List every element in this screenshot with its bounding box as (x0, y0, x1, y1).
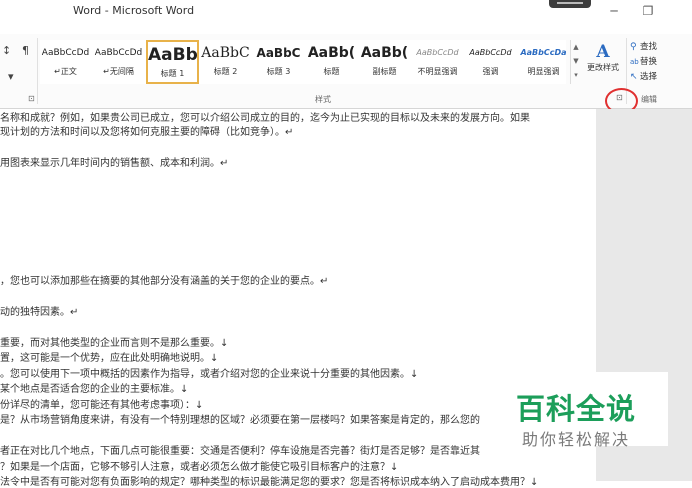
watermark: 百科全说 助你轻松解决 (500, 372, 668, 449)
doc-line: 重要，而对其他类型的企业而言则不是那么重要。↓ (0, 338, 229, 349)
style-heading-1[interactable]: AaBb 标题 1 (146, 40, 199, 84)
doc-line: 者正在对比几个地点，下面几点可能很重要：交通是否便利？停车设施是否完善？街灯是否… (0, 446, 480, 457)
paragraph-launcher-icon[interactable]: ⊡ (28, 94, 35, 103)
style-heading-2[interactable]: AaBbC 标题 2 (200, 40, 251, 84)
select-button[interactable]: ↖ 选择 (630, 70, 692, 85)
select-icon: ↖ (630, 72, 638, 82)
change-styles-button[interactable]: A 更改样式 (583, 42, 623, 84)
doc-line: 是？从市场营销角度来讲，有没有一个特别理想的区域？必须要在第一层楼吗？如果答案是… (0, 415, 480, 426)
style-subtle-emphasis[interactable]: AaBbCcDd 不明显强调 (412, 40, 463, 84)
shading-dropdown[interactable]: ▾ (8, 70, 14, 83)
doc-line: 。您可以使用下一项中概括的因素作为指导，或者介绍对您的企业来说十分重要的其他因素… (0, 369, 419, 380)
replace-button[interactable]: ab替换 (630, 55, 692, 70)
doc-line: ，您也可以添加那些在摘要的其他部分没有涵盖的关于您的企业的要点。↵ (0, 276, 329, 287)
doc-line: 用图表来显示几年时间内的销售额、成本和利润。↵ (0, 158, 229, 169)
gallery-down-icon[interactable]: ▼ (571, 54, 581, 68)
doc-line: 某个地点是否适合您的企业的主要标准。↓ (0, 384, 189, 395)
gallery-up-icon[interactable]: ▲ (571, 40, 581, 54)
change-styles-icon: A (596, 42, 610, 62)
doc-line: ？如果是一个店面，它够不够引人注意，或者必须怎么做才能使它吸引目标客户的注意？↓ (0, 462, 399, 473)
style-heading-3[interactable]: AaBbC 标题 3 (253, 40, 304, 84)
replace-icon: ab (630, 58, 639, 66)
style-normal[interactable]: AaBbCcDd ↵正文 (40, 40, 91, 84)
title-bar: Word - Microsoft Word ─ ❐ (0, 0, 692, 34)
doc-line: 置，这可能是一个优势，应在此处明确地说明。↓ (0, 353, 219, 364)
sort-button[interactable]: ↕ (2, 44, 11, 57)
find-icon: ⚲ (630, 42, 637, 52)
doc-line: 份详尽的清单，您可能还有其他考虑事项）：↓ (0, 400, 204, 411)
style-emphasis[interactable]: AaBbCcDd 强调 (465, 40, 516, 84)
restore-button[interactable]: ❐ (637, 2, 659, 20)
watermark-subtitle: 助你轻松解决 (522, 430, 631, 449)
doc-line: 现计划的方法和时间以及您将如何克服主要的障碍（比如竞争）。↵ (0, 127, 294, 138)
styles-group-label: 样式 (315, 95, 331, 104)
find-button[interactable]: ⚲ 查找 (630, 40, 692, 55)
style-intense-emphasis[interactable]: AaBbCcDa 明显强调 (518, 40, 569, 84)
doc-line: 动的独特因素。↵ (0, 307, 79, 318)
account-indicator[interactable] (549, 0, 591, 8)
editing-group: ⚲ 查找 ab替换 ↖ 选择 (630, 40, 692, 85)
styles-gallery: AaBbCcDd ↵正文 AaBbCcDd ↵无间隔 AaBb 标题 1 AaB… (40, 40, 569, 84)
watermark-logo: 百科全说 (516, 392, 637, 426)
editing-group-label: 编辑 (641, 95, 657, 104)
show-marks-button[interactable]: ¶ (22, 44, 29, 57)
minimize-button[interactable]: ─ (603, 2, 625, 20)
change-styles-label: 更改样式 (587, 63, 619, 72)
doc-line: 名称和成就？例如，如果贵公司已成立，您可以介绍公司成立的目的，迄今为止已实现的目… (0, 113, 530, 124)
gallery-more-icon[interactable]: ▾ (571, 68, 581, 82)
style-title[interactable]: AaBb( 标题 (306, 40, 357, 84)
style-no-spacing[interactable]: AaBbCcDd ↵无间隔 (93, 40, 144, 84)
window-title: Word - Microsoft Word (73, 4, 195, 17)
gallery-scroll: ▲ ▼ ▾ (570, 40, 581, 84)
style-subtitle[interactable]: AaBb( 副标题 (359, 40, 410, 84)
group-divider (37, 38, 38, 104)
